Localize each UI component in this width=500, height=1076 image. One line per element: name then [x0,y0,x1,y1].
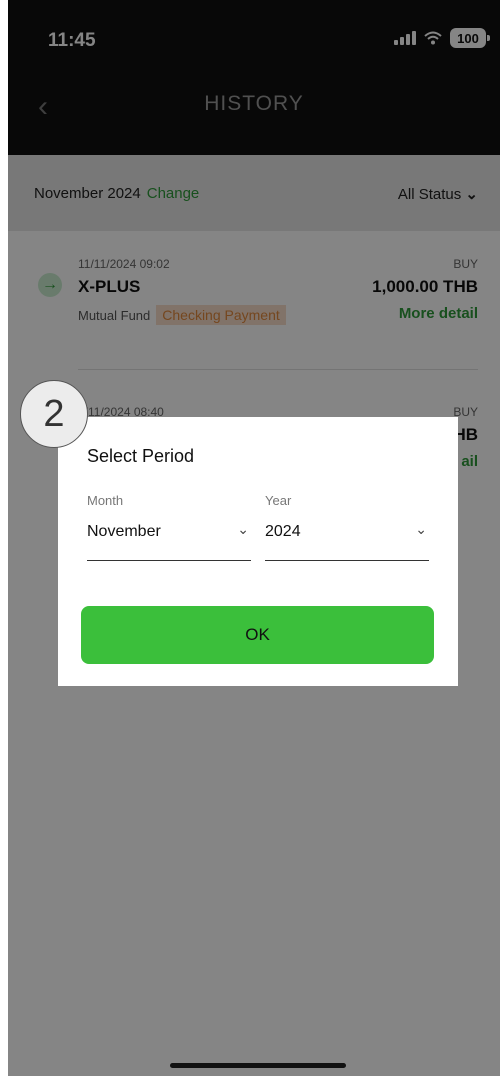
step-marker: 2 [20,380,88,448]
month-label: Month [87,493,124,508]
year-value: 2024 [265,523,301,540]
home-indicator[interactable] [170,1063,346,1068]
dialog-title: Select Period [87,446,195,466]
chevron-down-icon: ⌄ [415,521,427,537]
year-select[interactable]: 2024 ⌄ [265,521,429,561]
select-period-dialog: Select Period Month November ⌄ Year 2024… [58,417,458,686]
ok-button[interactable]: OK [81,606,434,664]
month-select[interactable]: November ⌄ [87,521,251,561]
year-label: Year [265,493,292,508]
chevron-down-icon: ⌄ [237,521,249,537]
month-value: November [87,523,161,540]
phone-screen: 11:45 100 ‹ HISTORY November 2024 Change … [8,0,500,1076]
